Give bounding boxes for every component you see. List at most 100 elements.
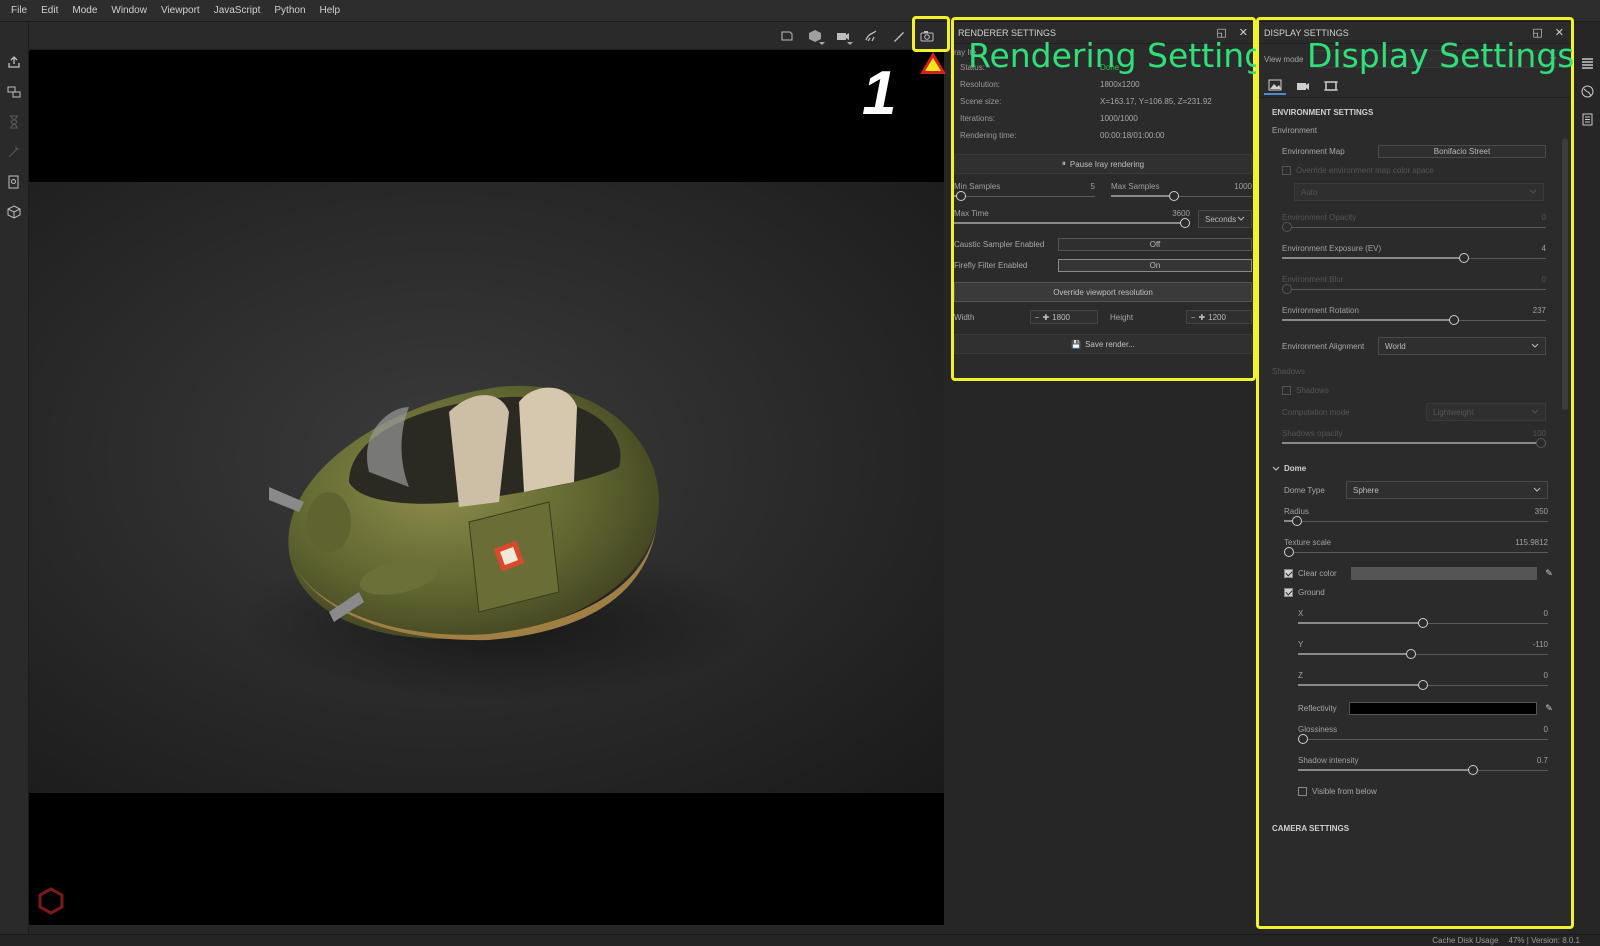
dome-section-toggle[interactable]: Dome [1272, 464, 1556, 473]
max-samples-slider[interactable]: Max Samples 1000 [1105, 182, 1252, 201]
globe-icon[interactable] [1578, 82, 1596, 100]
viewport[interactable] [29, 50, 944, 925]
cube-icon[interactable] [803, 25, 827, 47]
ground-x-slider[interactable]: X0 [1298, 609, 1548, 628]
menu-viewport[interactable]: Viewport [154, 5, 207, 16]
visible-below-row[interactable]: Visible from below [1272, 787, 1556, 796]
visible-below-checkbox[interactable] [1298, 787, 1307, 796]
menu-help[interactable]: Help [313, 5, 348, 16]
slider-handle[interactable] [1405, 649, 1416, 659]
tab-camera-icon[interactable] [1292, 77, 1314, 95]
caustic-toggle[interactable]: Off [1058, 238, 1252, 251]
override-viewport-button[interactable]: Override viewport resolution [954, 282, 1252, 302]
ground-checkbox[interactable] [1284, 588, 1293, 597]
env-exposure-slider[interactable]: Environment Exposure (EV) 4 [1282, 244, 1546, 263]
document-search-icon[interactable] [4, 172, 24, 192]
brush-icon[interactable] [887, 25, 911, 47]
info-iterations: Iterations: 1000/1000 [960, 114, 1138, 123]
shadows-opacity-slider[interactable]: Shadows opacity 100 [1282, 429, 1546, 448]
width-field[interactable]: − ✚ 1800 [1029, 310, 1098, 324]
slider-handle[interactable] [1536, 438, 1546, 448]
ground-z-slider[interactable]: Z0 [1298, 671, 1548, 690]
box-icon[interactable] [4, 202, 24, 222]
slider-handle[interactable] [1448, 315, 1459, 325]
slider-handle[interactable] [956, 191, 967, 201]
camera-view-icon[interactable] [831, 25, 855, 47]
rendering-settings-annotation: Rendering Settings [968, 36, 1283, 75]
slider-handle[interactable] [1282, 284, 1292, 294]
firefly-toggle[interactable]: On [1058, 259, 1252, 272]
clear-color-checkbox[interactable] [1284, 569, 1293, 578]
slider-handle[interactable] [1169, 191, 1180, 201]
document-icon[interactable] [1578, 110, 1596, 128]
animation-icon[interactable] [859, 25, 883, 47]
shadows-checkbox[interactable] [1282, 386, 1291, 395]
wand-icon[interactable] [4, 142, 24, 162]
save-render-button[interactable]: 💾 Save render... [954, 334, 1252, 354]
slider-handle[interactable] [1298, 734, 1308, 744]
step-number: 1 [862, 59, 897, 128]
left-toolbar [0, 22, 29, 934]
slider-handle[interactable] [1418, 618, 1428, 628]
hourglass-icon[interactable] [4, 112, 24, 132]
max-time-slider[interactable]: Max Time 3600 [954, 209, 1190, 228]
ground-row[interactable]: Ground [1272, 588, 1556, 597]
slider-handle[interactable] [1292, 516, 1303, 526]
export-icon[interactable] [4, 52, 24, 72]
texture-scale-slider[interactable]: Texture scale 115.9812 [1284, 538, 1548, 557]
computation-dropdown[interactable]: Lightweight [1426, 403, 1546, 421]
min-samples-slider[interactable]: Min Samples 5 [954, 182, 1095, 201]
menu-javascript[interactable]: JavaScript [207, 5, 268, 16]
minus-icon[interactable]: − [1191, 313, 1196, 322]
plus-icon[interactable]: ✚ [1198, 313, 1205, 322]
plus-icon[interactable]: ✚ [1042, 313, 1049, 322]
reflectivity-swatch[interactable] [1349, 702, 1537, 715]
frame-icon[interactable] [775, 25, 799, 47]
display-scrollbar[interactable] [1562, 138, 1568, 410]
environment-settings: ENVIRONMENT SETTINGS Environment Environ… [1258, 98, 1570, 833]
tab-frame-icon[interactable] [1320, 77, 1342, 95]
env-alignment-dropdown[interactable]: World [1378, 337, 1546, 355]
display-settings-panel: DISPLAY SETTINGS ◱ ✕ View mode ENVIRONME… [1258, 22, 1570, 924]
env-opacity-slider[interactable]: Environment Opacity 0 [1282, 213, 1546, 232]
menu-mode[interactable]: Mode [65, 5, 104, 16]
chevron-down-icon [1237, 216, 1245, 221]
menu-window[interactable]: Window [104, 5, 154, 16]
shadows-row[interactable]: Shadows [1272, 386, 1556, 395]
ground-y-slider[interactable]: Y -110 [1298, 640, 1548, 659]
menu-edit[interactable]: Edit [34, 5, 65, 16]
pause-iray-button[interactable]: ⏸ Pause Iray rendering [954, 154, 1252, 174]
eyedropper-icon[interactable]: ✎ [1542, 568, 1556, 579]
colorspace-dropdown[interactable]: Auto [1294, 183, 1544, 201]
tab-environment-icon[interactable] [1264, 77, 1286, 95]
minus-icon[interactable]: − [1035, 313, 1040, 322]
slider-handle[interactable] [1284, 547, 1295, 557]
slider-handle[interactable] [1468, 765, 1478, 775]
render-camera-icon[interactable] [915, 25, 939, 47]
dome-type-dropdown[interactable]: Sphere [1346, 481, 1548, 499]
height-field[interactable]: − ✚ 1200 [1185, 310, 1252, 324]
list-icon[interactable] [1578, 54, 1596, 72]
display-settings-annotation: Display Settings [1307, 36, 1575, 75]
shadow-intensity-slider[interactable]: Shadow intensity 0.7 [1298, 756, 1548, 775]
radius-slider[interactable]: Radius 350 [1284, 507, 1548, 526]
slider-handle[interactable] [1180, 218, 1190, 228]
menu-file[interactable]: File [4, 5, 34, 16]
slider-handle[interactable] [1282, 222, 1292, 232]
menu-python[interactable]: Python [267, 5, 312, 16]
clear-color-swatch[interactable] [1351, 567, 1537, 580]
time-unit-dropdown[interactable]: Seconds [1198, 210, 1252, 228]
override-colorspace-checkbox[interactable] [1282, 166, 1291, 175]
env-blur-slider[interactable]: Environment Blur 0 [1282, 275, 1546, 294]
glossiness-slider[interactable]: Glossiness 0 [1298, 725, 1548, 744]
env-rotation-slider[interactable]: Environment Rotation 237 [1282, 306, 1546, 325]
eyedropper-icon[interactable]: ✎ [1542, 703, 1556, 714]
slider-handle[interactable] [1459, 253, 1470, 263]
slider-handle[interactable] [1418, 680, 1428, 690]
env-map-field[interactable]: Bonifacio Street [1378, 145, 1546, 158]
viewport-toolbar [29, 22, 947, 50]
status-bar: Cache Disk Usage 47% | Version: 8.0.1 [0, 934, 1600, 946]
override-colorspace-row[interactable]: Override environment map color space [1272, 166, 1556, 175]
scene-tree-icon[interactable] [4, 82, 24, 102]
render-image [29, 182, 944, 793]
